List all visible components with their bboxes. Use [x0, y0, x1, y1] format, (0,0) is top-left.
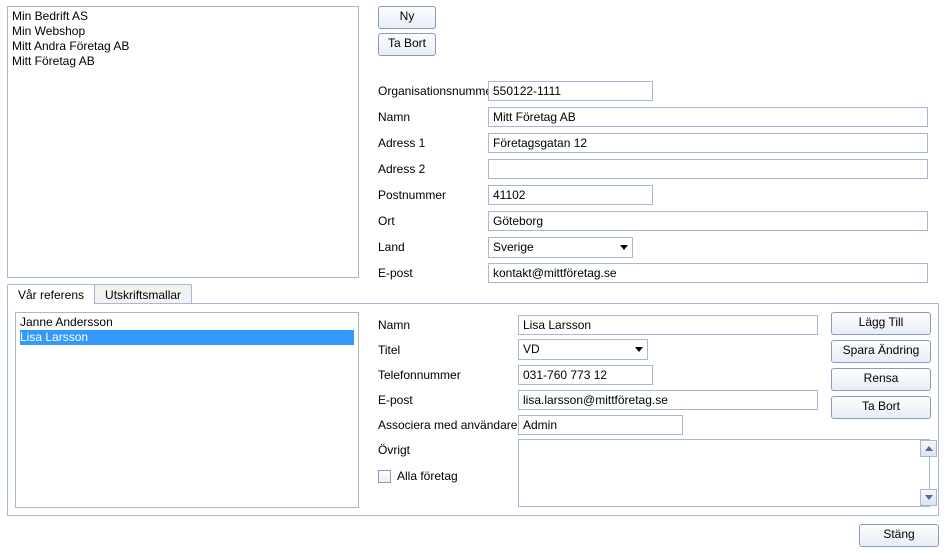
ref-ovrigt-textarea[interactable] — [518, 439, 930, 507]
epost-label: E-post — [378, 266, 488, 280]
checkbox-icon — [378, 470, 391, 483]
alla-foretag-checkbox[interactable]: Alla företag — [378, 469, 458, 483]
ref-epost-input[interactable] — [518, 390, 818, 410]
ort-input[interactable] — [488, 211, 928, 231]
ref-delete-button[interactable]: Ta Bort — [831, 396, 931, 419]
ref-epost-label: E-post — [378, 393, 518, 407]
chevron-down-icon — [925, 495, 933, 500]
list-item[interactable]: Min Webshop — [12, 24, 354, 39]
reference-action-buttons: Lägg Till Spara Ändring Rensa Ta Bort — [831, 312, 931, 424]
tab-panel: Janne Andersson Lisa Larsson Namn Titel … — [7, 303, 939, 516]
ref-titel-label: Titel — [378, 343, 518, 357]
tab-utskriftsmallar[interactable]: Utskriftsmallar — [94, 284, 192, 304]
tabstrip: Vår referens Utskriftsmallar — [7, 284, 191, 304]
ref-associera-label: Associera med användare — [378, 418, 518, 432]
orgnr-label: Organisationsnummer — [378, 84, 488, 98]
chevron-down-icon — [635, 347, 643, 352]
ref-telefon-input[interactable] — [518, 365, 653, 385]
epost-input[interactable] — [488, 263, 928, 283]
land-select[interactable]: Sverige — [488, 237, 633, 258]
add-button[interactable]: Lägg Till — [831, 312, 931, 335]
ref-ovrigt-label: Övrigt — [378, 443, 518, 457]
ref-titel-value: VD — [523, 342, 540, 356]
tab-var-referens[interactable]: Vår referens — [7, 284, 95, 304]
list-item[interactable]: Lisa Larsson — [20, 330, 354, 345]
namn-input[interactable] — [488, 107, 928, 127]
close-button[interactable]: Stäng — [859, 524, 939, 547]
new-button[interactable]: Ny — [378, 6, 436, 29]
list-item[interactable]: Min Bedrift AS — [12, 9, 354, 24]
adress2-input[interactable] — [488, 159, 928, 179]
land-select-value: Sverige — [493, 240, 534, 254]
list-item[interactable]: Mitt Andra Företag AB — [12, 39, 354, 54]
company-list[interactable]: Min Bedrift AS Min Webshop Mitt Andra Fö… — [7, 6, 359, 278]
clear-button[interactable]: Rensa — [831, 368, 931, 391]
reference-list[interactable]: Janne Andersson Lisa Larsson — [15, 312, 359, 508]
scroll-down-button[interactable] — [920, 489, 937, 506]
ref-namn-label: Namn — [378, 318, 518, 332]
ref-telefon-label: Telefonnummer — [378, 368, 518, 382]
save-change-button[interactable]: Spara Ändring — [831, 340, 931, 363]
ref-namn-input[interactable] — [518, 315, 818, 335]
land-label: Land — [378, 240, 488, 254]
ort-label: Ort — [378, 214, 488, 228]
alla-foretag-label: Alla företag — [397, 469, 458, 483]
list-item[interactable]: Mitt Företag AB — [12, 54, 354, 69]
company-form: Organisationsnummer Namn Adress 1 Adress… — [378, 78, 938, 286]
scroll-up-button[interactable] — [920, 440, 937, 457]
chevron-up-icon — [925, 446, 933, 451]
ref-titel-select[interactable]: VD — [518, 339, 648, 360]
postnummer-input[interactable] — [488, 185, 653, 205]
orgnr-input[interactable] — [488, 81, 653, 101]
ref-associera-input[interactable] — [518, 415, 683, 435]
postnummer-label: Postnummer — [378, 188, 488, 202]
adress1-input[interactable] — [488, 133, 928, 153]
delete-button[interactable]: Ta Bort — [378, 33, 436, 56]
namn-label: Namn — [378, 110, 488, 124]
adress2-label: Adress 2 — [378, 162, 488, 176]
adress1-label: Adress 1 — [378, 136, 488, 150]
list-item[interactable]: Janne Andersson — [20, 315, 354, 330]
chevron-down-icon — [620, 245, 628, 250]
